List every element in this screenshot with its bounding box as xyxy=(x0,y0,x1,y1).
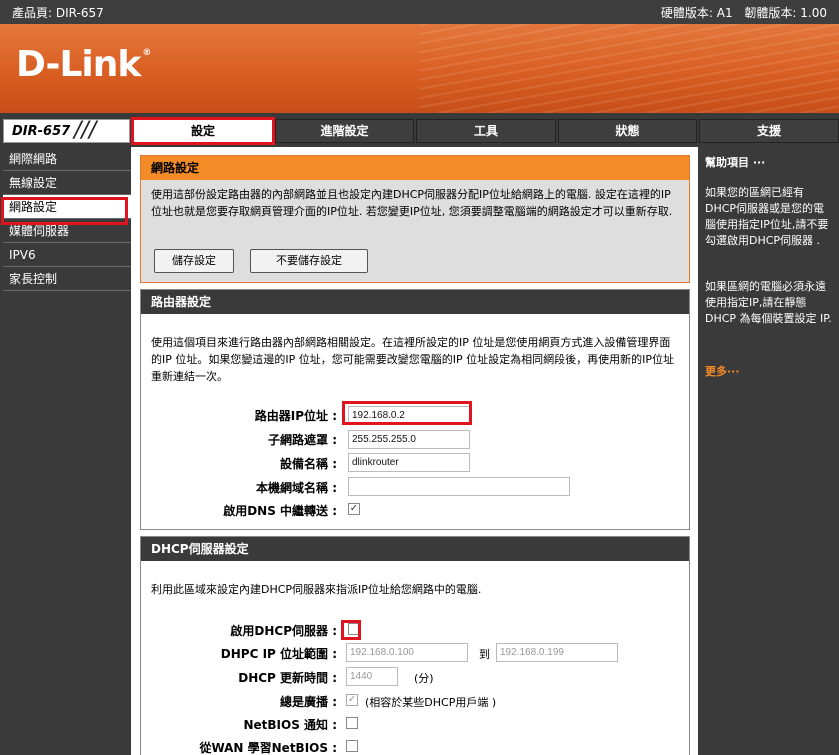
lease-unit: (分) xyxy=(414,672,434,685)
tab-setup[interactable]: 設定 xyxy=(133,119,273,143)
dhcp-range-start-input[interactable] xyxy=(346,643,468,662)
network-settings-section: 網路設定 使用這部份設定路由器的內部網路並且也設定內建DHCP伺服器分配IP位址… xyxy=(140,155,690,283)
router-settings-desc: 使用這個項目來進行路由器內部網路相關設定。在這裡所設定的IP 位址是您使用網頁方… xyxy=(151,336,674,383)
dns-relay-label: 啟用DNS 中繼轉送 : xyxy=(223,504,337,518)
learn-netbios-wan-checkbox[interactable] xyxy=(346,740,358,752)
help-paragraph-static: 如果區網的電腦必須永遠使用指定IP,請在靜態 DHCP 為每個裝置設定 IP. xyxy=(705,280,832,325)
dont-save-button[interactable]: 不要儲存設定 xyxy=(250,249,368,273)
router-settings-title: 路由器設定 xyxy=(141,290,689,314)
main-content: 網路設定 使用這部份設定路由器的內部網路並且也設定內建DHCP伺服器分配IP位址… xyxy=(131,147,698,755)
help-more-link[interactable]: 更多··· xyxy=(705,363,740,379)
dhcp-settings-title: DHCP伺服器設定 xyxy=(141,537,689,561)
router-ip-label: 路由器IP位址 : xyxy=(254,409,337,423)
netbios-announce-label: NetBIOS 通知 : xyxy=(243,718,337,732)
firmware-version: 韌體版本: 1.00 xyxy=(744,6,827,20)
device-name-label: 設備名稱 : xyxy=(280,457,337,471)
broadcast-note: (相容於某些DHCP用戶端 ) xyxy=(365,696,497,709)
router-settings-section: 路由器設定 使用這個項目來進行路由器內部網路相關設定。在這裡所設定的IP 位址是… xyxy=(140,289,690,530)
router-ip-input[interactable] xyxy=(348,406,470,425)
dhcp-range-end-input[interactable] xyxy=(496,643,618,662)
always-broadcast-checkbox[interactable]: ✓ xyxy=(346,694,358,706)
network-settings-title: 網路設定 xyxy=(141,156,689,180)
subnet-mask-label: 子網路遮罩 : xyxy=(268,433,337,447)
slash-decoration: /// xyxy=(74,118,97,143)
tab-tools[interactable]: 工具 xyxy=(416,119,556,143)
device-name-input[interactable] xyxy=(348,453,470,472)
dlink-logo: D-Link ® xyxy=(16,44,151,85)
dhcp-lease-input[interactable] xyxy=(346,667,398,686)
range-to-label: 到 xyxy=(479,648,490,661)
model-name: DIR-657 xyxy=(12,124,71,139)
tab-advanced[interactable]: 進階設定 xyxy=(275,119,414,143)
network-settings-desc: 使用這部份設定路由器的內部網路並且也設定內建DHCP伺服器分配IP位址給網路上的… xyxy=(151,188,673,218)
version-info: 硬體版本: A1 韌體版本: 1.00 xyxy=(653,4,827,21)
sidebar-item-internet[interactable]: 網際網路 xyxy=(3,147,131,171)
save-button[interactable]: 儲存設定 xyxy=(154,249,234,273)
sidebar-item-media-server[interactable]: 媒體伺服器 xyxy=(3,219,131,243)
help-title: 幫助項目 ··· xyxy=(705,156,766,169)
dhcp-enable-label: 啟用DHCP伺服器 : xyxy=(230,624,337,638)
dns-relay-checkbox[interactable]: ✓ xyxy=(348,503,360,515)
local-domain-input[interactable] xyxy=(348,477,570,496)
local-domain-label: 本機網域名稱 : xyxy=(256,481,337,495)
always-broadcast-label: 總是廣播 : xyxy=(280,695,337,709)
dhcp-enable-checkbox[interactable] xyxy=(348,623,360,635)
help-paragraph-dhcp: 如果您的區網已經有DHCP伺服器或是您的電腦使用指定IP位址,請不要勾選啟用DH… xyxy=(705,186,829,247)
sidebar-item-wireless[interactable]: 無線設定 xyxy=(3,171,131,195)
dhcp-settings-desc: 利用此區域來設定內建DHCP伺服器來指派IP位址給您網路中的電腦. xyxy=(151,583,482,596)
top-info-bar: 產品頁: DIR-657 硬體版本: A1 韌體版本: 1.00 xyxy=(0,0,839,24)
subnet-mask-input[interactable] xyxy=(348,430,470,449)
dhcp-range-label: DHPC IP 位址範圍 : xyxy=(220,647,337,661)
dhcp-settings-section: DHCP伺服器設定 利用此區域來設定內建DHCP伺服器來指派IP位址給您網路中的… xyxy=(140,536,690,755)
help-panel: 幫助項目 ··· 如果您的區網已經有DHCP伺服器或是您的電腦使用指定IP位址,… xyxy=(698,147,839,755)
learn-netbios-wan-label: 從WAN 學習NetBIOS : xyxy=(199,741,337,755)
tab-support[interactable]: 支援 xyxy=(699,119,839,143)
product-page-label: 產品頁: DIR-657 xyxy=(12,6,104,20)
sidebar-item-network[interactable]: 網路設定 xyxy=(3,195,131,219)
sidebar-item-parental[interactable]: 家長控制 xyxy=(3,267,131,291)
tab-status[interactable]: 狀態 xyxy=(558,119,697,143)
sidebar: 網際網路 無線設定 網路設定 媒體伺服器 IPV6 家長控制 xyxy=(3,147,131,755)
dhcp-lease-label: DHCP 更新時間 : xyxy=(238,671,337,685)
netbios-announce-checkbox[interactable] xyxy=(346,717,358,729)
sidebar-item-ipv6[interactable]: IPV6 xyxy=(3,243,131,267)
model-badge: DIR-657 /// xyxy=(3,118,130,143)
header-banner: D-Link ® xyxy=(0,24,839,113)
hardware-version: 硬體版本: A1 xyxy=(660,6,733,20)
